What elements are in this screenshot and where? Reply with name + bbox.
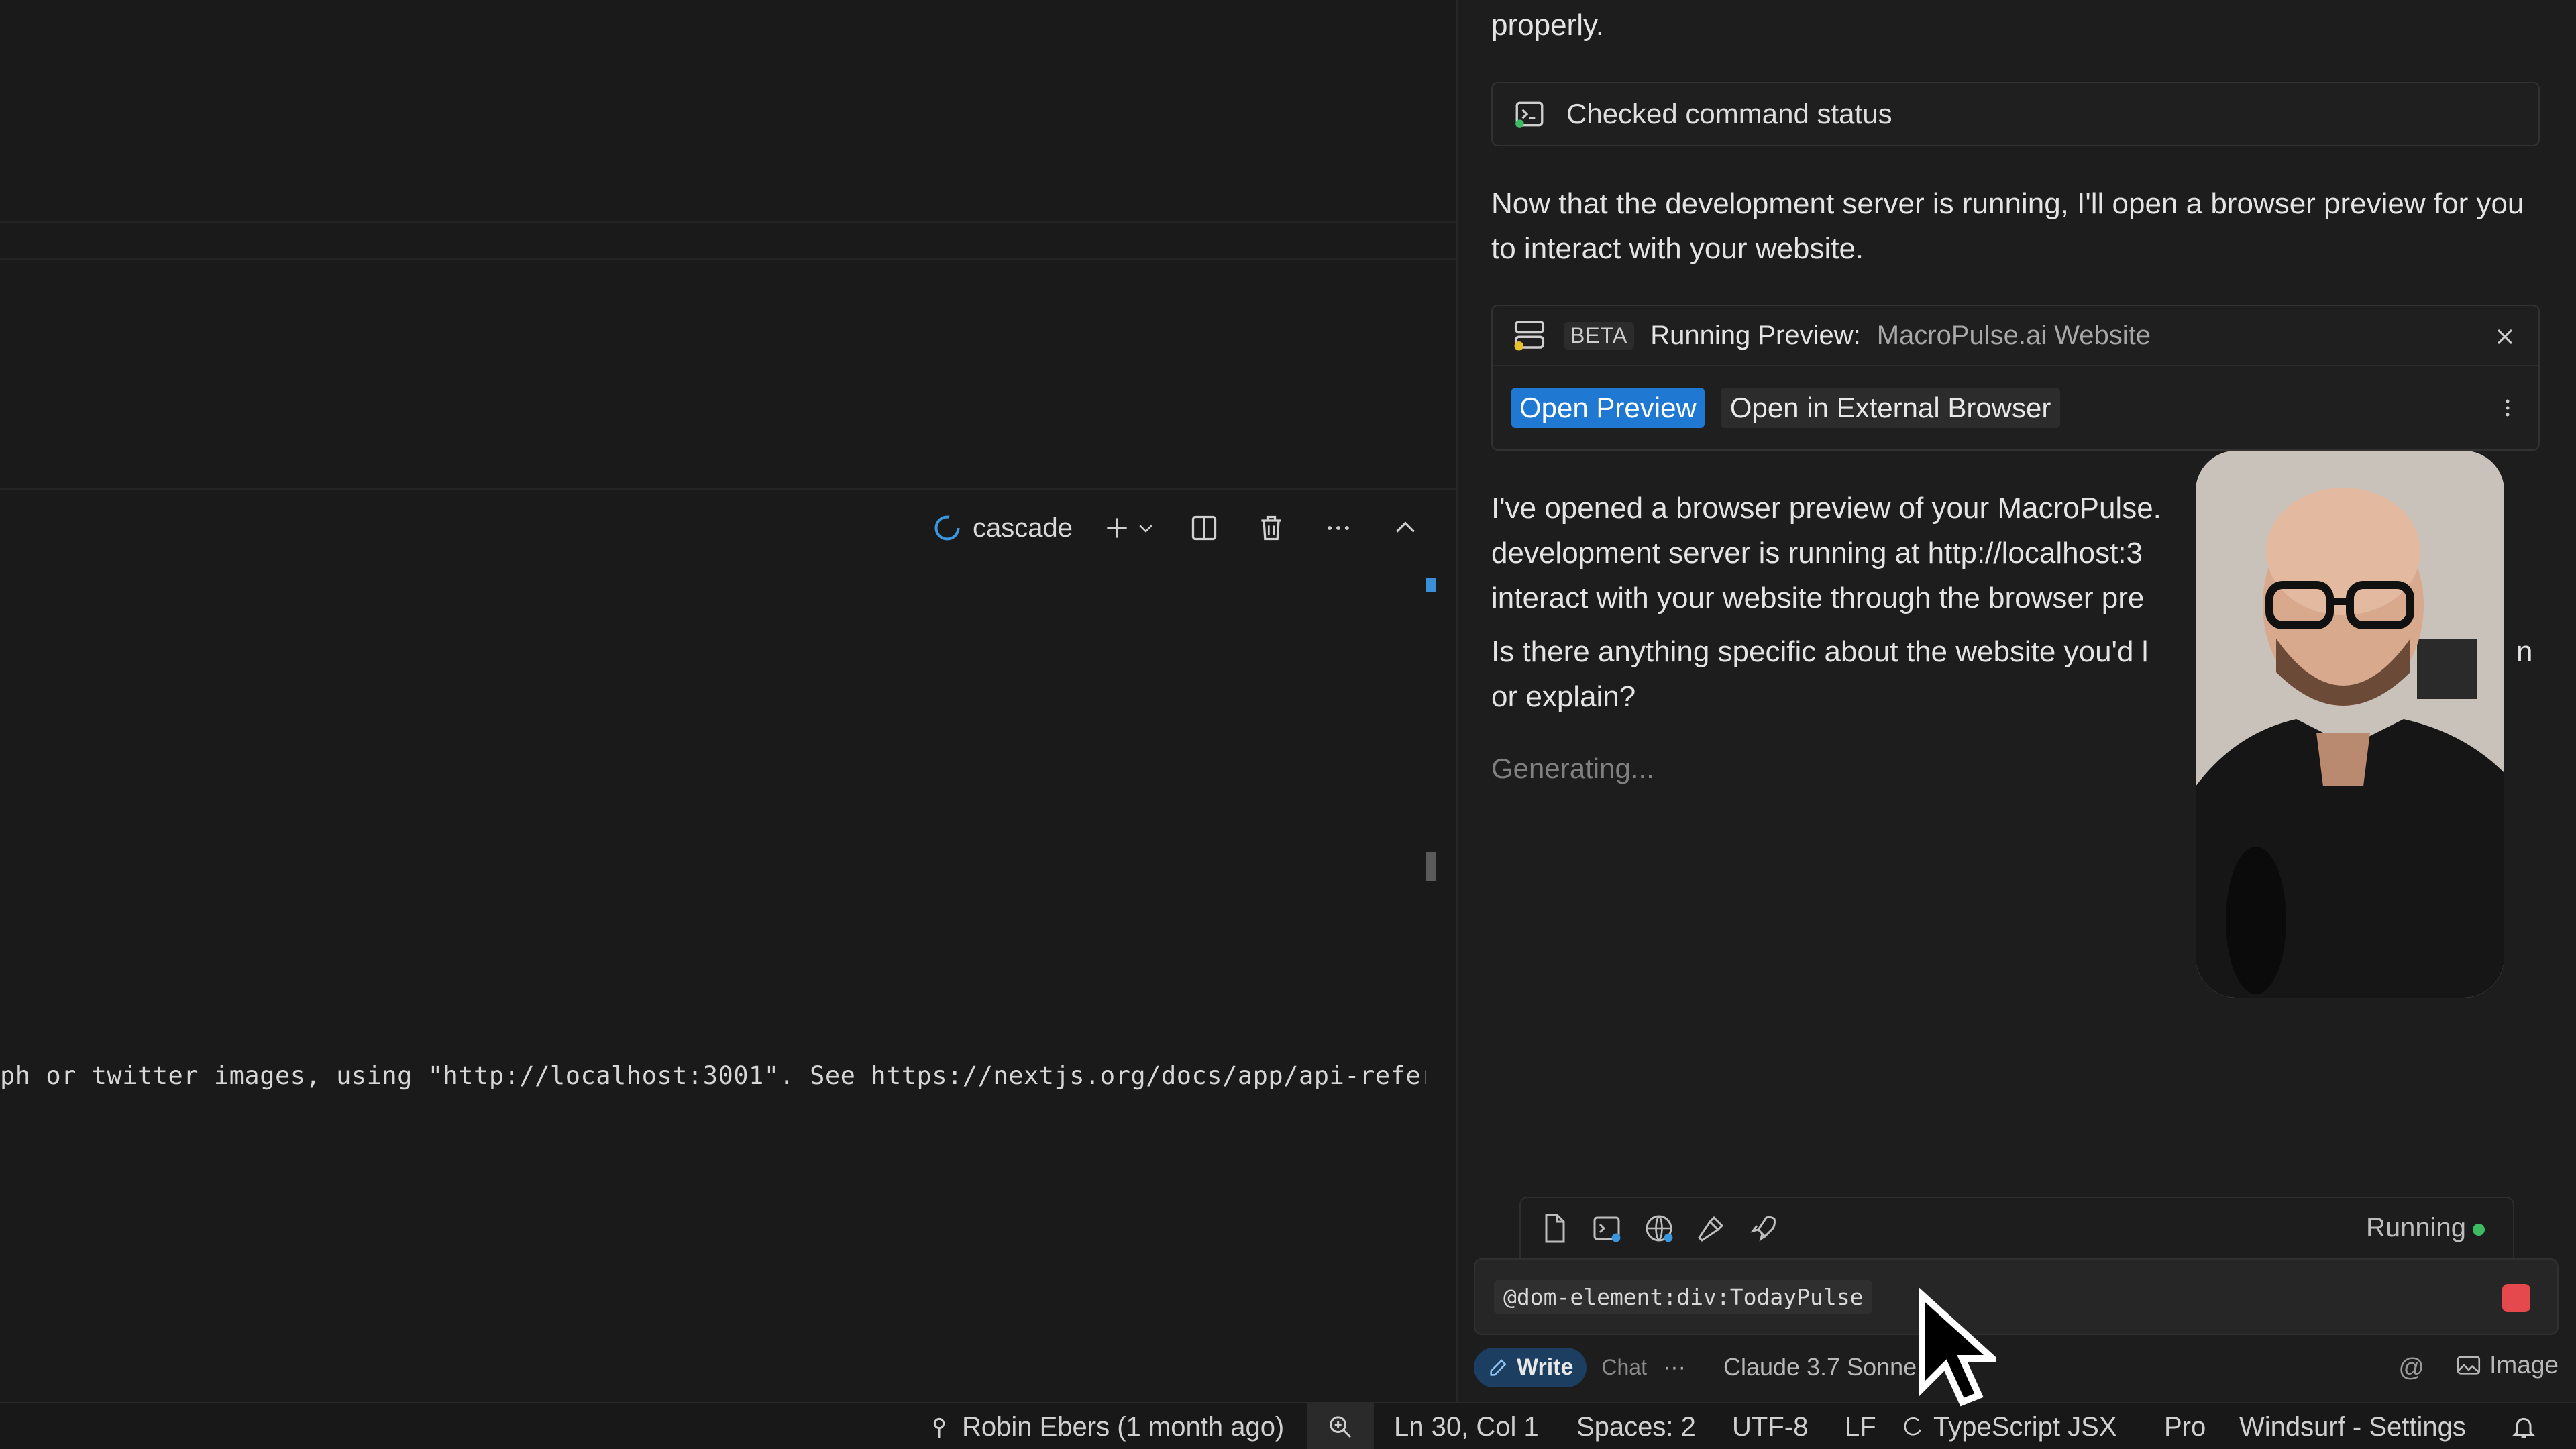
- presenter-video-image: [2196, 451, 2504, 998]
- assistant-message-fragment: n: [2516, 635, 2533, 668]
- kill-terminal-button[interactable]: [1252, 509, 1290, 547]
- model-selector[interactable]: Claude 3.7 Sonne: [1723, 1353, 1917, 1381]
- zoom-button[interactable]: [1307, 1403, 1374, 1449]
- git-blame-item[interactable]: Robin Ebers (1 month ago): [926, 1403, 1284, 1449]
- language-label: TypeScript JSX: [1933, 1411, 2117, 1442]
- server-icon: [1514, 320, 1545, 351]
- assistant-message: Now that the development server is runni…: [1491, 187, 2524, 265]
- divider: [0, 258, 1456, 260]
- terminal-output-line: ph or twitter images, using "http://loca…: [0, 1061, 1426, 1090]
- close-icon: [2497, 329, 2513, 345]
- write-mode-label: Write: [1517, 1354, 1574, 1380]
- terminal-scrollbar-thumb[interactable]: [1426, 852, 1436, 881]
- chevron-down-icon[interactable]: [1136, 518, 1156, 538]
- image-button-label: Image: [2489, 1351, 2559, 1379]
- cursor-position[interactable]: Ln 30, Col 1: [1394, 1403, 1539, 1449]
- git-commit-icon: [933, 1417, 945, 1438]
- preview-label: Running Preview:: [1650, 320, 1861, 350]
- mouse-pointer-icon: [1919, 1288, 1996, 1407]
- terminal-selector[interactable]: cascade: [932, 513, 1073, 543]
- generating-indicator: Generating...: [1491, 753, 1654, 784]
- plus-icon: [1107, 518, 1127, 538]
- image-icon: [2457, 1356, 2481, 1375]
- end-of-line[interactable]: LF: [1845, 1403, 1876, 1449]
- maximize-panel-button[interactable]: [1387, 509, 1424, 547]
- zoom-in-icon: [1330, 1416, 1352, 1438]
- language-mode[interactable]: TypeScript JSX: [1902, 1403, 2116, 1449]
- terminal-name: cascade: [973, 513, 1073, 543]
- mode-bar: Write Chat ··· Claude 3.7 Sonne @ Image: [1474, 1344, 2559, 1390]
- attach-image-button[interactable]: Image: [2455, 1351, 2559, 1379]
- terminal-icon[interactable]: [1591, 1212, 1623, 1244]
- file-encoding[interactable]: UTF-8: [1732, 1403, 1808, 1449]
- notifications-button[interactable]: [2510, 1403, 2537, 1449]
- new-terminal-button[interactable]: [1102, 513, 1156, 543]
- tool-call-card[interactable]: Checked command status: [1491, 82, 2540, 146]
- write-mode-button[interactable]: Write: [1474, 1347, 1587, 1387]
- open-external-browser-button[interactable]: Open in External Browser: [1720, 388, 2061, 428]
- mode-more-button[interactable]: ···: [1663, 1354, 1686, 1381]
- split-icon: [1191, 515, 1217, 541]
- divider: [0, 221, 1456, 223]
- pencil-icon: [1490, 1359, 1507, 1376]
- indentation-setting[interactable]: Spaces: 2: [1576, 1403, 1696, 1449]
- hammer-icon[interactable]: [1695, 1212, 1727, 1244]
- file-icon[interactable]: [1538, 1212, 1570, 1244]
- open-preview-button[interactable]: Open Preview: [1511, 388, 1705, 428]
- chat-mode-button[interactable]: Chat: [1601, 1355, 1647, 1380]
- terminal-toolbar: cascade: [932, 504, 1491, 551]
- browser-preview-card: BETA Running Preview: MacroPulse.ai Webs…: [1491, 305, 2540, 451]
- bell-icon: [2512, 1417, 2535, 1438]
- plan-badge[interactable]: Pro: [2164, 1403, 2206, 1449]
- git-blame-text: Robin Ebers (1 month ago): [962, 1411, 1285, 1442]
- more-actions-button[interactable]: [1320, 509, 1357, 547]
- split-terminal-button[interactable]: [1185, 509, 1223, 547]
- panel-divider[interactable]: [0, 488, 1456, 490]
- chevron-up-icon: [1395, 521, 1415, 533]
- loading-icon: [1904, 1417, 1921, 1436]
- editor-terminal-area: cascade ph or twitter images, using "htt…: [0, 0, 1481, 1420]
- chat-input[interactable]: @dom-element:div:TodayPulse: [1474, 1258, 2559, 1335]
- rocket-icon[interactable]: [1748, 1212, 1780, 1244]
- more-vertical-icon: [2506, 399, 2510, 417]
- preview-actions: Open Preview Open in External Browser: [1493, 366, 2538, 449]
- message-text: properly.: [1491, 9, 1604, 42]
- preview-more-button[interactable]: [2500, 393, 2516, 423]
- tool-call-label: Checked command status: [1566, 98, 1892, 129]
- trash-icon: [1261, 515, 1281, 541]
- terminal-status-icon: [1515, 101, 1544, 128]
- context-mention-chip[interactable]: @dom-element:div:TodayPulse: [1494, 1280, 1873, 1314]
- close-preview-button[interactable]: [2489, 321, 2521, 353]
- more-horizontal-icon: [1328, 526, 1349, 530]
- preview-header: BETA Running Preview: MacroPulse.ai Webs…: [1493, 306, 2538, 366]
- running-status-label: Running: [2365, 1213, 2466, 1242]
- loading-spinner-icon: [934, 515, 960, 541]
- globe-icon[interactable]: [1643, 1212, 1675, 1244]
- beta-badge: BETA: [1564, 321, 1635, 350]
- stop-generation-button[interactable]: [2502, 1284, 2530, 1312]
- status-bar: Robin Ebers (1 month ago) Ln 30, Col 1 S…: [0, 1402, 2576, 1449]
- preview-site-name: MacroPulse.ai Website: [1876, 320, 2151, 350]
- scrollbar-marker: [1426, 578, 1436, 592]
- at-mention-icon[interactable]: @: [2398, 1354, 2424, 1383]
- running-status-dot: [2473, 1224, 2485, 1236]
- webcam-overlay: [2196, 451, 2504, 998]
- windsurf-settings[interactable]: Windsurf - Settings: [2239, 1403, 2466, 1449]
- tool-actions-bar: Running: [1519, 1197, 2514, 1258]
